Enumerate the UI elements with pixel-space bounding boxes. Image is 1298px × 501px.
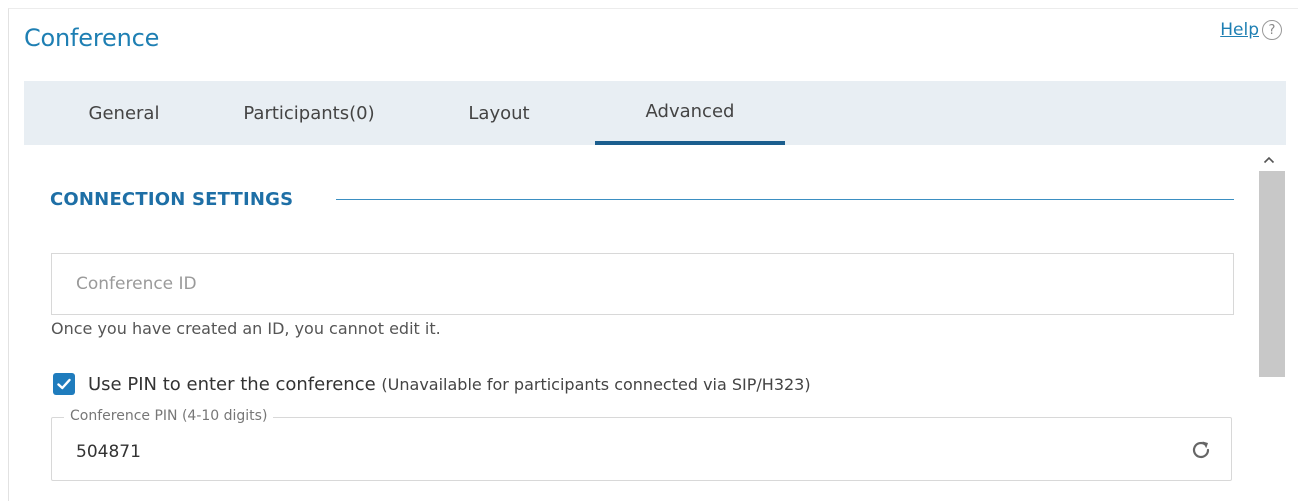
question-circle-icon[interactable]: ? bbox=[1262, 20, 1282, 40]
chevron-up-icon bbox=[1263, 156, 1275, 164]
tab-layout[interactable]: Layout bbox=[444, 81, 554, 145]
conference-id-hint: Once you have created an ID, you cannot … bbox=[51, 319, 441, 338]
checkmark-icon bbox=[57, 378, 71, 390]
tab-general[interactable]: General bbox=[74, 81, 174, 145]
scroll-up-button[interactable] bbox=[1260, 152, 1278, 168]
help-link-group[interactable]: Help ? bbox=[1220, 20, 1282, 40]
use-pin-note: (Unavailable for participants connected … bbox=[381, 375, 811, 394]
use-pin-label[interactable]: Use PIN to enter the conference (Unavail… bbox=[88, 374, 811, 395]
conference-pin-field[interactable]: Conference PIN (4-10 digits) 504871 bbox=[51, 408, 1232, 481]
section-title: CONNECTION SETTINGS bbox=[50, 189, 294, 210]
tab-bar: General Participants(0) Layout Advanced bbox=[24, 81, 1286, 145]
page-title: Conference bbox=[24, 24, 160, 52]
refresh-icon[interactable] bbox=[1189, 438, 1213, 462]
conference-pin-legend: Conference PIN (4-10 digits) bbox=[64, 408, 274, 424]
use-pin-label-text: Use PIN to enter the conference bbox=[88, 374, 376, 395]
help-link[interactable]: Help bbox=[1220, 20, 1259, 40]
conference-pin-value[interactable]: 504871 bbox=[76, 442, 141, 462]
tab-advanced[interactable]: Advanced bbox=[595, 81, 785, 145]
tab-participants[interactable]: Participants(0) bbox=[229, 81, 389, 145]
tab-content-advanced: CONNECTION SETTINGS Once you have create… bbox=[24, 145, 1286, 501]
section-divider bbox=[336, 199, 1234, 200]
scrollbar-thumb[interactable] bbox=[1259, 171, 1285, 377]
conference-id-input[interactable] bbox=[51, 253, 1234, 315]
use-pin-checkbox[interactable] bbox=[53, 373, 75, 395]
